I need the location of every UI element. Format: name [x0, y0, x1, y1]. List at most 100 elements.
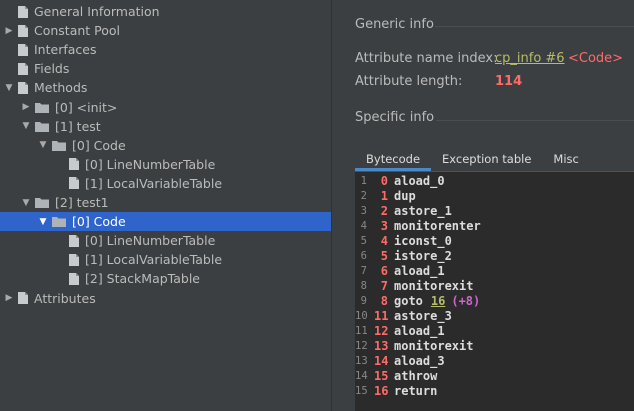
bytecode-instruction: astore_1 — [394, 203, 452, 218]
bytecode-line: 11 12 aload_1 — [355, 323, 445, 338]
tree-item[interactable]: [0] LineNumberTable — [0, 155, 331, 174]
tree-item[interactable]: [2] StackMapTable — [0, 269, 331, 288]
attribute-name-value: <Code> — [568, 51, 624, 66]
bytecode-line: 6 5 istore_2 — [355, 248, 452, 263]
bytecode-view[interactable]: 1 0 aload_0 2 1 dup 3 2 astore_1 4 3 monitorenter 5 4… — [355, 172, 634, 411]
bytecode-instruction: istore_2 — [394, 248, 452, 263]
tree-item[interactable]: ▶ Attributes — [0, 289, 331, 308]
generic-info-separator — [435, 26, 634, 27]
bytecode-offset: 5 — [380, 248, 388, 263]
tree-item[interactable]: ▶ Constant Pool — [0, 21, 331, 40]
bytecode-instruction: monitorexit — [394, 338, 474, 353]
bytecode-line: 2 1 dup — [355, 188, 416, 203]
file-icon — [69, 158, 79, 171]
line-number: 12 — [355, 339, 368, 352]
tree-item-label: [0] Code — [72, 214, 126, 230]
tree-item-label: [1] test — [55, 118, 101, 134]
bytecode-offset: 15 — [374, 368, 389, 383]
line-number: 10 — [355, 309, 368, 322]
tree-item-label: [2] test1 — [55, 195, 109, 210]
tree-item-label: Constant Pool — [34, 23, 121, 39]
arrow-spacer — [55, 255, 65, 265]
bytecode-offset: 0 — [380, 173, 388, 188]
bytecode-instruction: aload_3 — [394, 353, 445, 368]
jump-target-link[interactable]: 16 — [431, 294, 445, 308]
tab-exception-table[interactable]: Exception table — [431, 149, 542, 171]
tree-item[interactable]: [1] LocalVariableTable — [0, 250, 331, 269]
tree-item[interactable]: Interfaces — [0, 40, 331, 59]
collapse-arrow-icon[interactable]: ▼ — [21, 198, 31, 208]
file-icon — [18, 5, 28, 18]
line-number: 9 — [360, 294, 367, 307]
arrow-spacer — [55, 236, 65, 246]
tree-item-label: Methods — [34, 80, 88, 96]
folder-icon — [52, 217, 66, 228]
bytecode-offset: 2 — [380, 203, 388, 218]
bytecode-instruction: monitorenter — [394, 218, 481, 233]
specific-info-title: Specific info — [355, 110, 435, 125]
line-number: 7 — [360, 264, 367, 277]
attribute-name-index-label: Attribute name index: — [355, 51, 498, 66]
tree-item[interactable]: [1] LocalVariableTable — [0, 174, 331, 193]
relative-offset: (+8) — [451, 293, 481, 308]
bytecode-offset: 13 — [374, 338, 389, 353]
bytecode-instruction: goto — [394, 293, 423, 308]
line-number: 15 — [355, 384, 368, 397]
file-icon — [18, 62, 28, 75]
bytecode-line: 14 15 athrow — [355, 368, 437, 383]
line-number: 11 — [355, 324, 368, 337]
generic-info-title: Generic info — [355, 17, 434, 32]
bytecode-instruction: iconst_0 — [394, 233, 452, 248]
file-icon — [69, 272, 79, 285]
arrow-spacer — [4, 7, 14, 17]
collapse-arrow-icon[interactable]: ▼ — [38, 140, 48, 150]
tab-bytecode[interactable]: Bytecode — [355, 149, 432, 171]
folder-icon — [35, 198, 49, 208]
tree-item[interactable]: Fields — [0, 59, 331, 78]
bytecode-instruction: aload_1 — [394, 263, 445, 278]
cp-info-link[interactable]: cp_info #6 — [495, 51, 565, 66]
bytecode-offset: 6 — [380, 263, 388, 278]
file-icon — [18, 24, 28, 37]
bytecode-instruction: dup — [394, 188, 416, 203]
tree-item[interactable]: ▼ [0] Code — [0, 212, 331, 232]
collapse-arrow-icon[interactable]: ▼ — [38, 217, 48, 227]
expand-arrow-icon[interactable]: ▶ — [4, 26, 14, 36]
expand-arrow-icon[interactable]: ▶ — [21, 102, 31, 112]
tree-item[interactable]: ▼ [2] test1 — [0, 193, 331, 212]
structure-tree[interactable]: General Information ▶ Constant Pool Interfa… — [0, 0, 331, 411]
file-icon — [18, 43, 28, 56]
attribute-length-label: Attribute length: — [355, 74, 463, 89]
tree-item[interactable]: ▼ [1] test — [0, 117, 331, 136]
tree-item[interactable]: [0] LineNumberTable — [0, 231, 331, 250]
arrow-spacer — [55, 178, 65, 188]
expand-arrow-icon[interactable]: ▶ — [4, 293, 14, 303]
arrow-spacer — [55, 159, 65, 169]
tree-item[interactable]: ▼ [0] Code — [0, 136, 331, 155]
file-icon — [69, 234, 79, 247]
tree-item-label: General Information — [34, 4, 160, 19]
file-icon — [18, 81, 28, 94]
tree-item[interactable]: General Information — [0, 2, 331, 21]
tree-item-label: [0] LineNumberTable — [85, 156, 216, 172]
line-number: 4 — [360, 219, 367, 232]
bytecode-line: 8 7 monitorexit — [355, 278, 474, 293]
line-number: 3 — [360, 204, 367, 217]
tree-item-label: [0] Code — [72, 137, 126, 153]
folder-icon — [35, 102, 49, 113]
line-number: 14 — [355, 369, 368, 382]
tree-item-label: Fields — [34, 61, 70, 77]
tree-item[interactable]: ▶ [0] <init> — [0, 98, 331, 117]
bytecode-line: 15 16 return — [355, 383, 437, 398]
tree-item[interactable]: ▼ Methods — [0, 78, 331, 97]
tab-misc[interactable]: Misc — [542, 149, 589, 171]
bytecode-instruction: aload_1 — [394, 323, 445, 338]
bytecode-offset: 11 — [374, 308, 389, 323]
bytecode-instruction: athrow — [394, 368, 438, 383]
bytecode-line: 10 11 astore_3 — [355, 308, 452, 323]
line-number: 5 — [360, 234, 367, 247]
collapse-arrow-icon[interactable]: ▼ — [21, 121, 31, 131]
bytecode-line: 4 3 monitorenter — [355, 218, 481, 233]
bytecode-instruction: astore_3 — [394, 308, 452, 323]
collapse-arrow-icon[interactable]: ▼ — [4, 83, 14, 93]
